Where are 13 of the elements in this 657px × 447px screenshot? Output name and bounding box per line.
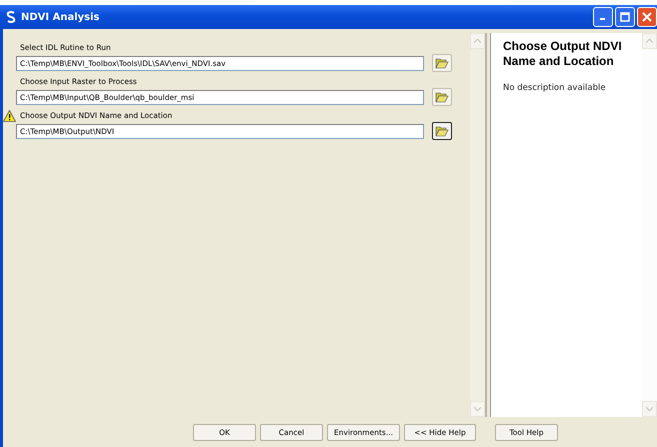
help-description: No description available — [503, 83, 607, 93]
folder-icon — [435, 91, 449, 103]
window-title: NDVI Analysis — [21, 12, 100, 22]
maximize-icon — [620, 12, 630, 22]
help-title: Choose Output NDVI Name and Location — [503, 39, 623, 69]
close-button[interactable] — [637, 7, 657, 27]
close-icon — [642, 12, 652, 22]
minimize-button[interactable] — [593, 7, 613, 27]
app-icon — [6, 11, 16, 23]
folder-icon — [435, 57, 449, 69]
maximize-button[interactable] — [615, 7, 635, 27]
browse-button[interactable] — [432, 122, 452, 140]
folder-icon — [435, 125, 449, 137]
